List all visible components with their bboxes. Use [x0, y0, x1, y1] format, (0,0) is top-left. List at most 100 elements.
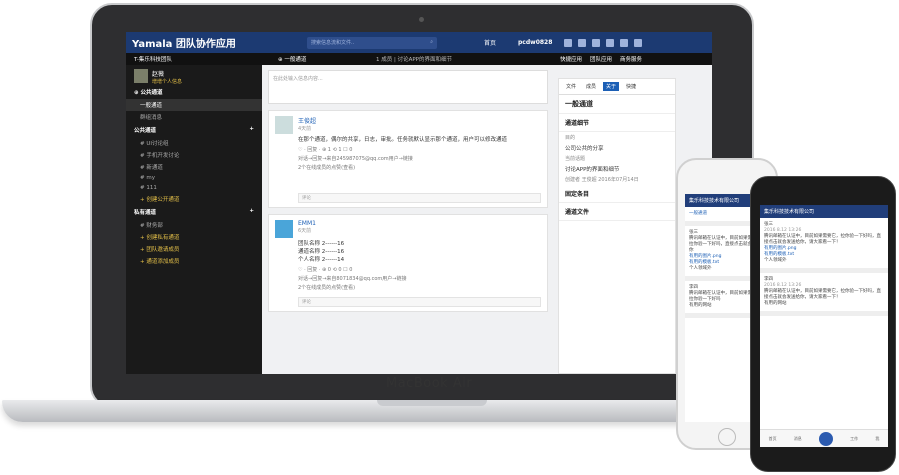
- bell-icon[interactable]: [620, 38, 629, 47]
- topic-label: 当前话题: [565, 156, 586, 162]
- post-line: 团队名称 2------16: [298, 241, 345, 247]
- secondary-bar: T-集乐科技团队 ⊕ 一般通道 1 成员 | 讨论APP的界面和细节 快捷应用 …: [126, 53, 712, 65]
- channel-title: ⊕ 一般通道: [278, 57, 307, 63]
- topic-value: 讨论APP的界面和细节: [565, 167, 620, 173]
- phone-card: 张三 2016 8.12 13:26 腾讯邮箱在认证中，目前如果需要它，拉你验一…: [760, 218, 888, 273]
- post-card: EMM1 6天前 团队名称 2------16 通道名称 2------16 个人…: [268, 214, 548, 312]
- camera-dot: [419, 17, 424, 22]
- post-sub: 对话→回复→来自245987075@qq.com用户→链接: [298, 156, 413, 162]
- create-private-button[interactable]: + 创建私有通道: [126, 231, 262, 243]
- public-header[interactable]: ⊕ 公共通道: [126, 85, 262, 99]
- profile[interactable]: 赵薇 增增个人信息: [126, 69, 262, 85]
- post-likes[interactable]: 2个在线成员的点赞(查看): [298, 164, 541, 171]
- post-author[interactable]: 王俊超: [298, 116, 316, 125]
- post-actions[interactable]: ♡ · 回复 · ⊕ 0 ⟲ 0 ☐ 0: [298, 266, 541, 273]
- card-text: 腾讯邮箱在认证中，目前如果需要它，拉你验一下好吗，直接点击就会发送给你，请大家看…: [764, 289, 881, 300]
- avatar[interactable]: [275, 116, 293, 134]
- post-time: 4天前: [298, 126, 312, 132]
- sidebar-item-general[interactable]: 一般通道: [126, 99, 262, 111]
- tab-me[interactable]: 我: [875, 436, 879, 442]
- add-channel-member-button[interactable]: + 通道添加成员: [126, 255, 262, 267]
- tab-files[interactable]: 文件: [563, 82, 579, 91]
- tab-about[interactable]: 关于: [603, 82, 620, 91]
- search-placeholder: 搜索信息流和文件..: [311, 39, 355, 46]
- compose-fab-icon[interactable]: [818, 431, 833, 446]
- home-button[interactable]: [718, 428, 736, 446]
- phone-card: 李四 2016 8.12 13:26 腾讯邮箱在认证中，目前如果需要它，拉你验一…: [760, 273, 888, 316]
- profile-name: 赵薇: [152, 71, 165, 78]
- post-likes[interactable]: 2个在线成员的点赞(查看): [298, 284, 541, 291]
- channel-header: 公共通道 +: [126, 123, 262, 137]
- top-icons: [564, 38, 643, 47]
- comment-input[interactable]: 评论: [298, 297, 541, 307]
- files-section[interactable]: 通道文件: [559, 203, 675, 221]
- tab-home[interactable]: 首页: [769, 436, 777, 442]
- panel-title: 一般通道: [559, 95, 675, 114]
- sidebar-item-group[interactable]: 群组消息: [126, 111, 262, 123]
- detail-header: 通道细节: [559, 114, 675, 132]
- team-selector[interactable]: T-集乐科技团队: [126, 55, 266, 63]
- create-public-button[interactable]: + 创建公开通道: [126, 193, 262, 205]
- phone-header: 集乐科技技术有限公司: [760, 205, 888, 218]
- post-body: 在那个通道，偶尔的共享，日志，审批。任务就默认显示那个通道，用户可以修改通道: [298, 137, 508, 143]
- link-quick-apps[interactable]: 快捷应用: [560, 55, 582, 63]
- purpose-value: 公司公共的分享: [565, 146, 604, 152]
- sidebar: 赵薇 增增个人信息 ⊕ 公共通道 一般通道 群组消息 公共通道 + # UI讨论组 …: [126, 65, 262, 374]
- phone-black: 集乐科技技术有限公司 张三 2016 8.12 13:26 腾讯邮箱在认证中，目…: [750, 176, 896, 472]
- sidebar-item-111[interactable]: # 111: [126, 183, 262, 193]
- gear-icon[interactable]: [634, 38, 643, 47]
- laptop-brand: MacBook Air: [386, 376, 473, 391]
- comment-input[interactable]: 评论: [298, 193, 541, 203]
- sidebar-item-my[interactable]: # my: [126, 173, 262, 183]
- link-team-apps[interactable]: 团队应用: [590, 55, 612, 63]
- link-business[interactable]: 商务服务: [620, 55, 642, 63]
- post-actions[interactable]: ♡ · 回复 · ⊕ 1 ⟲ 1 ☐ 0: [298, 146, 541, 153]
- tab-work[interactable]: 工作: [850, 436, 858, 442]
- profile-status[interactable]: 增增个人信息: [152, 78, 182, 85]
- app-logo: Yamala 团队协作应用: [132, 39, 236, 50]
- invite-button[interactable]: + 团队邀请成员: [126, 243, 262, 255]
- avatar[interactable]: [275, 220, 293, 238]
- top-bar: Yamala 团队协作应用 搜索信息流和文件.. ⌕ 首页 pcdw0828: [126, 32, 712, 53]
- nav-home[interactable]: 首页: [484, 38, 496, 47]
- purpose-label: 目的: [565, 135, 576, 141]
- post-line: 通道名称 2------16: [298, 249, 345, 255]
- compose-input[interactable]: 在此处输入信息内容...: [268, 70, 548, 104]
- card-foot: 有用的网站: [764, 301, 787, 306]
- search-input[interactable]: 搜索信息流和文件.. ⌕: [307, 36, 437, 49]
- private-header-label: 私有通道: [134, 210, 157, 216]
- card-text: 腾讯邮箱在认证中，目前如果需要它，拉你验一下好吗，直接点击就会发送给你，请大家看…: [764, 234, 881, 245]
- channel-desc: 1 成员 | 讨论APP的界面和细节: [376, 57, 452, 63]
- pinned-section[interactable]: 固定条目: [559, 185, 675, 203]
- app-screen: Yamala 团队协作应用 搜索信息流和文件.. ⌕ 首页 pcdw0828 T-…: [126, 32, 712, 374]
- plus-icon[interactable]: +: [249, 208, 254, 216]
- plus-icon[interactable]: +: [249, 126, 254, 134]
- users-icon[interactable]: [578, 38, 587, 47]
- tab-quick[interactable]: 快捷: [623, 82, 639, 91]
- card-foot: 个人领域外: [764, 258, 787, 263]
- post-sub: 对话→回复→来自8071834@qq.com用户→链接: [298, 276, 407, 282]
- private-header: 私有通道 +: [126, 205, 262, 219]
- post-time: 6天前: [298, 228, 312, 234]
- bar2-links: 快捷应用 团队应用 商务服务: [560, 55, 642, 63]
- check-icon[interactable]: [606, 38, 615, 47]
- sidebar-item-mobile[interactable]: # 手机开发讨论: [126, 149, 262, 161]
- user-name[interactable]: pcdw0828: [518, 39, 552, 46]
- feed: 在此处输入信息内容... 王俊超 4天前 在那个通道，偶尔的共享，日志，审批。任务…: [268, 70, 548, 374]
- grid-icon[interactable]: [564, 38, 573, 47]
- post-line: 个人名称 2------14: [298, 257, 345, 263]
- calendar-icon[interactable]: [592, 38, 601, 47]
- post-author[interactable]: EMM1: [298, 220, 316, 227]
- info-panel: 文件 成员 关于 快捷 一般通道 通道细节 目的 公司公共的分享 当前话题 讨论…: [558, 78, 676, 374]
- channel-header-label: 公共通道: [134, 128, 157, 134]
- laptop-notch: [377, 400, 487, 406]
- sidebar-item-ui[interactable]: # UI讨论组: [126, 137, 262, 149]
- phone-tabbar: 首页 消息 工作 我: [760, 429, 888, 447]
- tab-messages[interactable]: 消息: [794, 436, 802, 442]
- sidebar-item-finance[interactable]: # 财务部: [126, 219, 262, 231]
- post-card: 王俊超 4天前 在那个通道，偶尔的共享，日志，审批。任务就默认显示那个通道，用户可…: [268, 110, 548, 208]
- avatar: [134, 69, 148, 83]
- tab-members[interactable]: 成员: [583, 82, 599, 91]
- sidebar-item-new[interactable]: # 新通道: [126, 161, 262, 173]
- search-icon[interactable]: ⌕: [430, 39, 433, 47]
